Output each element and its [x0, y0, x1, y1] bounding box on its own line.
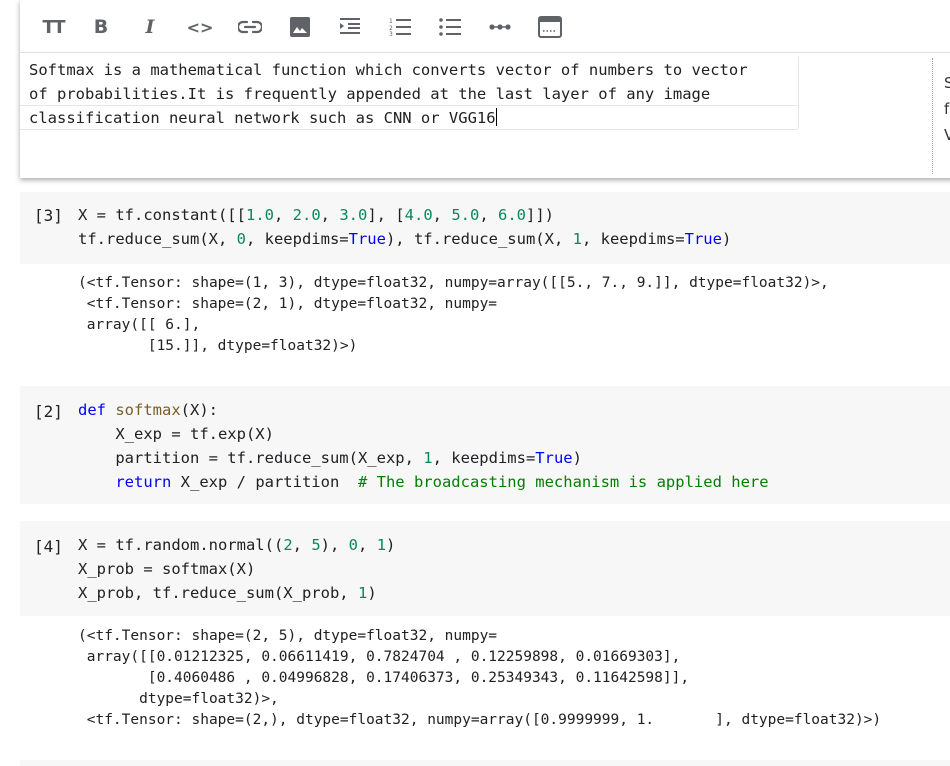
editor-line: Softmax is a mathematical function which…	[29, 61, 748, 79]
code-line: X = tf.random.normal((2, 5), 0, 1)	[78, 536, 396, 554]
editor-divider	[20, 129, 798, 130]
markdown-editor[interactable]: Softmax is a mathematical function which…	[20, 53, 798, 131]
output-line: array([[0.01212325, 0.06611419, 0.782470…	[78, 649, 681, 665]
code-cell[interactable]: [2] def softmax(X): X_exp = tf.exp(X) pa…	[20, 386, 950, 504]
markdown-preview: S f V	[944, 74, 950, 144]
output-line: dtype=float32)>,	[78, 691, 279, 707]
code-editor[interactable]: def softmax(X): X_exp = tf.exp(X) partit…	[78, 398, 769, 494]
text-cell-editor[interactable]: TT B I <> 123 Softmax is a mathematical …	[20, 0, 950, 178]
output-line: (<tf.Tensor: shape=(1, 3), dtype=float32…	[78, 275, 829, 291]
code-cell[interactable]: [4] X = tf.random.normal((2, 5), 0, 1) X…	[20, 521, 950, 616]
code-editor[interactable]: X = tf.constant([[1.0, 2.0, 3.0], [4.0, …	[78, 203, 731, 251]
link-icon[interactable]	[233, 10, 267, 44]
output-line: array([[ 6.],	[78, 317, 201, 333]
editor-divider	[20, 105, 798, 106]
preview-divider	[932, 58, 933, 174]
editor-divider	[798, 57, 799, 129]
svg-text:1: 1	[389, 18, 393, 25]
output-line: <tf.Tensor: shape=(2, 1), dtype=float32,…	[78, 296, 498, 312]
code-line: X_prob, tf.reduce_sum(X_prob, 1)	[78, 584, 377, 602]
italic-icon[interactable]: I	[133, 10, 167, 44]
text-caret	[495, 108, 497, 126]
bold-icon[interactable]: B	[84, 10, 118, 44]
output-line: [15.]], dtype=float32)>)	[78, 338, 358, 354]
bulleted-list-icon[interactable]	[433, 10, 467, 44]
cell-output: (<tf.Tensor: shape=(1, 3), dtype=float32…	[78, 273, 829, 357]
code-line: X_exp = tf.exp(X)	[78, 425, 274, 443]
code-line: X_prob = softmax(X)	[78, 560, 256, 578]
numbered-list-icon[interactable]: 123	[383, 10, 417, 44]
output-line: [0.4060486 , 0.04996828, 0.17406373, 0.2…	[78, 670, 690, 686]
next-cell-edge	[20, 760, 950, 766]
cell-output: (<tf.Tensor: shape=(2, 5), dtype=float32…	[78, 626, 881, 731]
svg-text:3: 3	[389, 31, 393, 36]
code-cell[interactable]: [3] X = tf.constant([[1.0, 2.0, 3.0], [4…	[20, 192, 950, 264]
code-line: def softmax(X):	[78, 401, 218, 419]
code-line: partition = tf.reduce_sum(X_exp, 1, keep…	[78, 449, 582, 467]
window-icon[interactable]	[533, 10, 567, 44]
text-size-icon[interactable]: TT	[36, 10, 70, 44]
code-line: X = tf.constant([[1.0, 2.0, 3.0], [4.0, …	[78, 206, 554, 224]
image-icon[interactable]	[283, 10, 317, 44]
code-line: return X_exp / partition # The broadcast…	[115, 473, 769, 491]
output-line: (<tf.Tensor: shape=(2, 5), dtype=float32…	[78, 628, 498, 644]
code-line: tf.reduce_sum(X, 0, keepdims=True), tf.r…	[78, 230, 732, 248]
editor-line: classification neural network such as CN…	[29, 109, 496, 127]
code-icon[interactable]: <>	[183, 10, 217, 44]
execution-count: [2]	[34, 402, 63, 421]
execution-count: [3]	[34, 206, 63, 225]
code-editor[interactable]: X = tf.random.normal((2, 5), 0, 1) X_pro…	[78, 533, 395, 605]
execution-count: [4]	[34, 537, 63, 556]
horizontal-rule-icon[interactable]	[483, 10, 517, 44]
output-line: <tf.Tensor: shape=(2,), dtype=float32, n…	[78, 712, 882, 728]
indent-icon[interactable]	[333, 10, 367, 44]
editor-line: of probabilities.It is frequently append…	[29, 85, 711, 103]
formatting-toolbar: TT B I <> 123	[20, 0, 950, 53]
